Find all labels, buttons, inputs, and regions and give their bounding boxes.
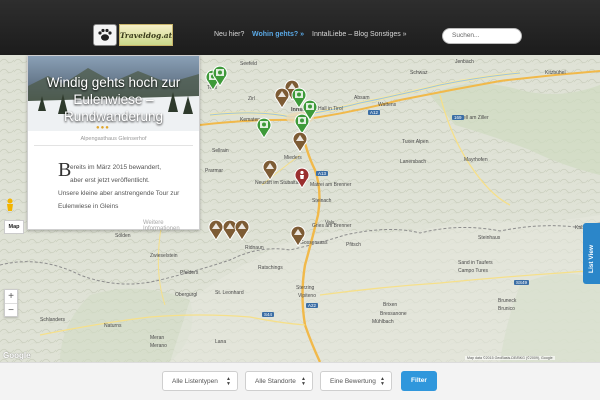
card-text-line: Eulenwiese in Gleins [58,203,119,210]
zoom-out-button[interactable]: − [5,304,17,317]
town-label: Seefeld [240,61,257,67]
map-marker[interactable] [294,167,310,188]
town-label: Bruneck [498,298,517,304]
town-label: Neustift im Stubaital [255,180,300,186]
town-label: Matrei am Brenner [310,182,352,188]
card-text-line: Unsere kleine aber anstrengende Tour zur [58,190,180,197]
town-label: Ridnaun [245,245,264,251]
town-label: Sand in Taufers [458,260,493,266]
select-arrows-icon: ▲ ▼ [226,376,231,387]
search-input[interactable]: Suchen... [442,28,522,44]
street-view-pegman-icon[interactable] [5,198,15,212]
location-select-value: Alle Standorte [255,378,296,385]
town-label: Hall in Tirol [318,106,343,112]
town-label: Steinach [312,198,332,204]
card-subtitle: Alpengasthaus Gleinserhof [80,136,147,142]
road-shield: A12 [368,110,381,115]
town-label: Wattens [378,102,397,108]
card-divider [34,145,193,146]
nav-item-blog[interactable]: InntalLiebe – Blog [312,31,368,38]
town-label: Ratschings [258,265,283,271]
town-label: Mühlbach [372,319,394,325]
map-type-button[interactable]: Map [4,220,24,234]
map-view[interactable]: Seefeld Telfs Zirl Innsbruck Hall in Tir… [0,55,600,362]
info-card[interactable]: Windig gehts hoch zur Eulenwiese – Rundw… [27,55,200,232]
town-label: Zirl [248,96,255,102]
location-select[interactable]: Alle Standorte ▲ ▼ [245,371,313,391]
town-label: Vals [325,220,335,226]
town-label: Brixen [383,302,398,308]
map-marker[interactable] [256,117,272,138]
town-label: Brunico [498,306,515,312]
paw-icon [93,24,117,46]
town-label: Jenbach [455,59,474,65]
road-shield: A13 [316,171,329,176]
map-marker[interactable] [212,65,228,86]
town-label: Prarmar [205,168,224,174]
zoom-in-button[interactable]: + [5,290,17,303]
list-view-tab[interactable]: List View [583,223,600,284]
town-label: Meran [150,335,165,341]
town-label: Kitzbühel [545,70,566,76]
road-shield: SS49 [514,280,530,285]
town-label: Schlanders [40,317,66,323]
town-label: Zwieselstein [150,253,178,259]
map-marker[interactable] [234,219,250,240]
town-label: Zell am Ziller [460,115,489,121]
rating-select-value: Eine Bewertung [330,378,376,385]
map-marker[interactable] [274,87,290,108]
select-arrows-icon: ▲ ▼ [301,376,306,387]
town-label: Sölden [115,233,131,239]
town-label: Mayrhofen [464,157,488,163]
town-label: Sterzing [296,285,315,291]
star-icon: ● [105,125,110,131]
town-label: Tuxer Alpen [402,139,429,145]
town-label: Schwaz [410,70,428,76]
nav-item-wohin-gehts[interactable]: Wohin gehts? » [252,31,304,38]
road-shield: S44 [262,312,275,317]
site-header: Traveldog.at Neu hier? Wohin gehts? » In… [0,0,600,55]
listtype-select-value: Alle Listentypen [172,378,218,385]
town-label: Steinhaus [478,235,501,241]
google-logo: Google [3,351,31,360]
town-label: Naturns [104,323,122,329]
map-marker[interactable] [262,159,278,180]
road-shield: A22 [306,303,319,308]
more-info-link[interactable]: Weitere Informationen [143,220,199,232]
map-marker[interactable] [292,131,308,152]
town-label: Sellrain [212,148,229,154]
filter-button[interactable]: Filter [401,371,437,391]
listtype-select[interactable]: Alle Listentypen ▲ ▼ [162,371,238,391]
rating-stars: ●●● [96,125,110,131]
town-label: Obergurgl [175,292,198,298]
town-label: St. Leonhard [215,290,244,296]
filter-bar: Alle Listentypen ▲ ▼ Alle Standorte ▲ ▼ Ei… [0,362,600,400]
town-label: Absam [354,95,370,101]
town-label: Bressanone [380,311,407,317]
nav-item-neu-hier[interactable]: Neu hier? [214,31,244,38]
town-label: Vipiteno [298,293,316,299]
town-label: Pfelders [180,270,199,276]
zoom-control: + − [4,289,18,317]
card-title[interactable]: Windig gehts hoch zur Eulenwiese – Rundw… [28,74,199,125]
town-label: Mieders [284,155,302,161]
road-shield: 169 [452,115,464,120]
town-label: Lanersbach [400,159,427,165]
select-arrows-icon: ▲ ▼ [380,376,385,387]
site-logo[interactable]: Traveldog.at [93,24,175,46]
town-label: Campo Tures [458,268,489,274]
nav-item-sonstiges[interactable]: Sonstiges » [370,31,407,38]
list-view-label: List View [588,244,595,273]
logo-wordmark: Traveldog.at [119,24,173,46]
town-label: Lana [215,339,227,345]
map-attribution[interactable]: Map data ©2015 GeoBasis-DE/BKG (©2009), … [465,356,555,360]
town-label: Merano [150,343,167,349]
card-text-line: aber erst jetzt veröffentlicht. [70,177,150,184]
rating-select[interactable]: Eine Bewertung ▲ ▼ [320,371,392,391]
map-marker[interactable] [290,225,306,246]
card-text-line: ereits im März 2015 bewandert, [70,164,162,171]
town-label: Pfitsch [346,242,362,248]
